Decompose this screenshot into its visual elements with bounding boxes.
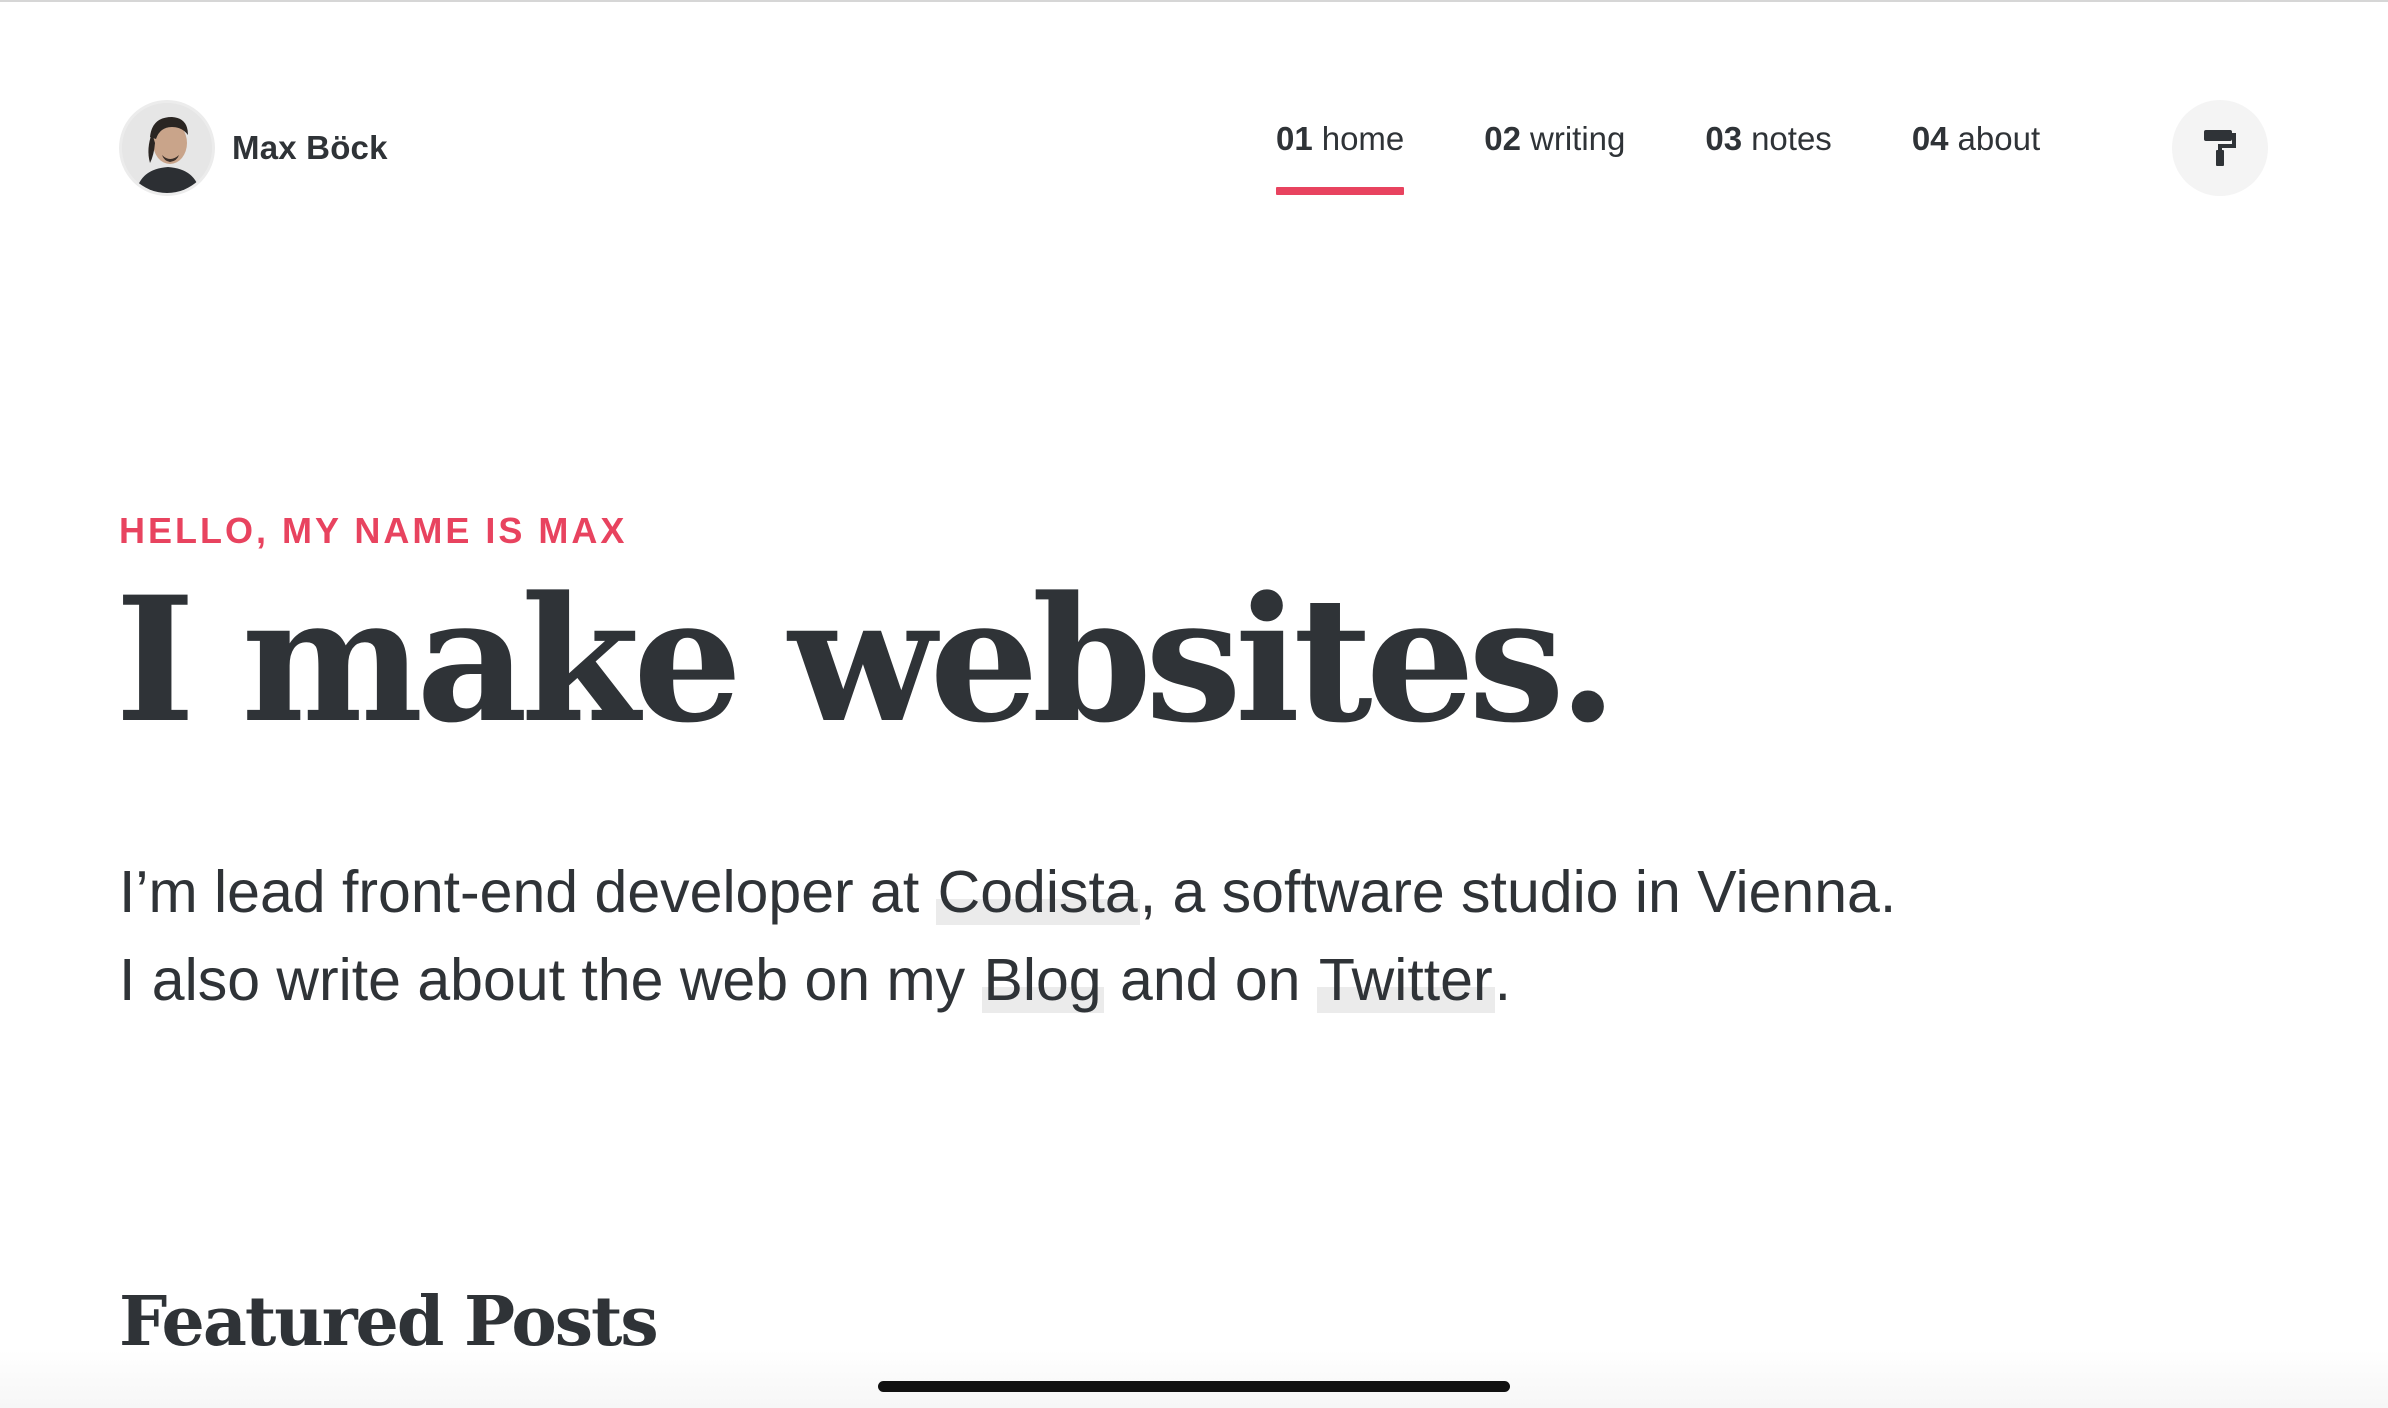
brand-name: Max Böck xyxy=(232,129,388,166)
codista-link[interactable]: Codista xyxy=(935,859,1140,925)
blog-link[interactable]: Blog xyxy=(981,947,1104,1013)
nav-item-number: 04 xyxy=(1911,120,1949,157)
intro-text: and on xyxy=(1103,947,1317,1013)
avatar-portrait-icon xyxy=(122,103,212,193)
nav-item-label: home xyxy=(1321,120,1405,157)
nav-item-writing[interactable]: 02 writing xyxy=(1484,120,1625,200)
active-nav-indicator xyxy=(1276,187,1405,195)
bottom-fade xyxy=(0,1350,2388,1408)
intro-text: , a software studio in Vienna. xyxy=(1139,859,1897,925)
nav-item-home[interactable]: 01 home xyxy=(1276,120,1405,200)
paint-roller-icon xyxy=(2204,130,2236,166)
intro-text: . xyxy=(1494,947,1512,1013)
nav-item-number: 02 xyxy=(1484,120,1521,157)
hero-kicker: HELLO, MY NAME IS MAX xyxy=(119,510,628,551)
nav-item-label: about xyxy=(1957,120,2041,157)
nav-item-label: writing xyxy=(1530,120,1626,157)
intro-text: I also write about the web on my xyxy=(119,947,982,1013)
nav-item-number: 03 xyxy=(1705,120,1743,157)
twitter-link[interactable]: Twitter xyxy=(1316,947,1495,1013)
site-header: Max Böck 01 home 02 writing 03 notes 04 abou… xyxy=(0,0,2388,200)
nav-item-about[interactable]: 04 about xyxy=(1912,120,2040,200)
theme-switcher-button[interactable] xyxy=(2172,100,2268,196)
home-indicator[interactable] xyxy=(878,1381,1510,1392)
avatar xyxy=(119,100,215,196)
hero-intro: I’m lead front-end developer at Codista,… xyxy=(119,848,1896,1024)
brand-home-link[interactable]: Max Böck xyxy=(119,100,388,196)
nav-item-label: notes xyxy=(1751,120,1832,157)
nav-item-notes[interactable]: 03 notes xyxy=(1705,120,1831,200)
nav-item-number: 01 xyxy=(1276,120,1313,157)
hero-title: I make websites. xyxy=(115,558,1618,761)
intro-text: I’m lead front-end developer at xyxy=(119,859,936,925)
main-nav: 01 home 02 writing 03 notes 04 about xyxy=(1276,120,2040,200)
